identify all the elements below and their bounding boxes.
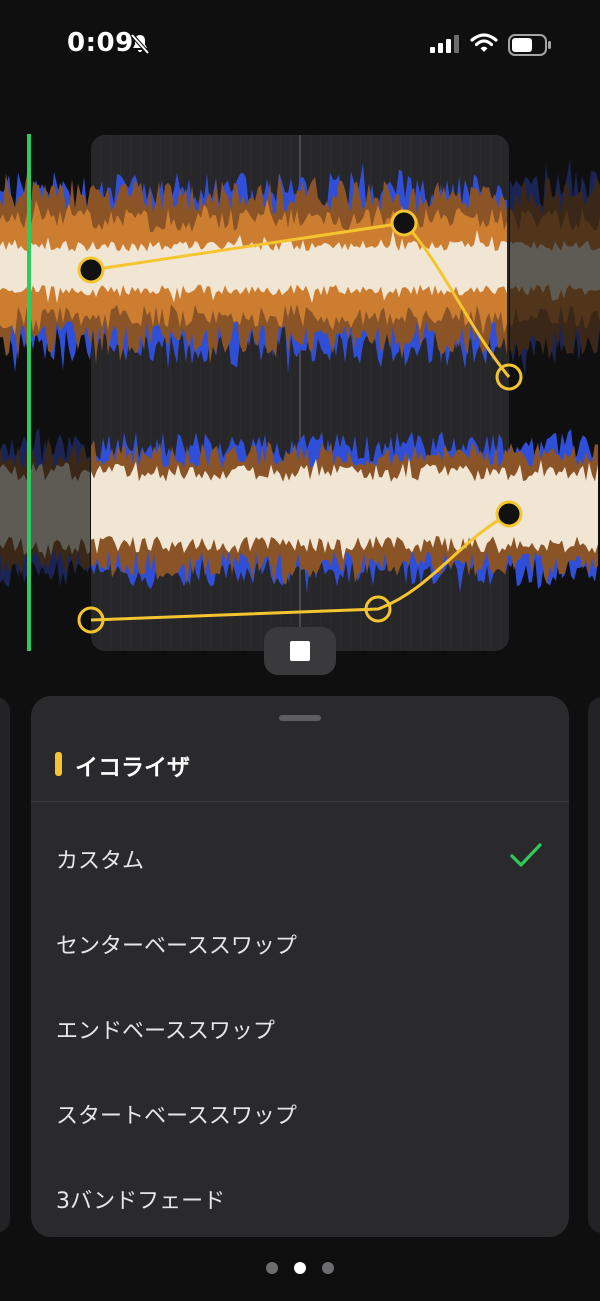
option-3-band-fade[interactable]: 3バンドフェード bbox=[31, 1155, 569, 1237]
checkmark-icon bbox=[510, 843, 542, 867]
title-accent-bar bbox=[55, 752, 62, 776]
option-start-bass-swap[interactable]: スタートベーススワップ bbox=[31, 1070, 569, 1155]
battery-icon bbox=[508, 34, 551, 56]
previous-page-card[interactable] bbox=[0, 697, 10, 1233]
option-label: エンドベーススワップ bbox=[56, 1019, 275, 1044]
option-label: センターベーススワップ bbox=[56, 934, 297, 959]
cellular-signal-icon bbox=[430, 35, 459, 53]
option-center-bass-swap[interactable]: センターベーススワップ bbox=[31, 900, 569, 985]
option-label: スタートベーススワップ bbox=[56, 1104, 297, 1129]
page-dot[interactable] bbox=[266, 1262, 278, 1274]
option-end-bass-swap[interactable]: エンドベーススワップ bbox=[31, 985, 569, 1070]
sheet-header: イコライザ bbox=[31, 736, 569, 802]
option-label: 3バンドフェード bbox=[56, 1189, 226, 1214]
wifi-icon bbox=[470, 33, 498, 52]
next-page-card[interactable] bbox=[588, 697, 600, 1233]
bell-muted-icon bbox=[130, 33, 150, 55]
status-bar: 0:09 bbox=[0, 0, 600, 90]
status-time: 0:09 bbox=[67, 28, 134, 58]
track-1-fade-handle-mid[interactable] bbox=[390, 209, 418, 237]
stop-icon bbox=[290, 641, 310, 661]
track-1-fade-handle-start[interactable] bbox=[77, 256, 105, 284]
sheet-drag-handle[interactable] bbox=[279, 715, 321, 721]
sheet-title: イコライザ bbox=[75, 755, 190, 781]
stop-button[interactable] bbox=[264, 627, 336, 675]
page-indicator bbox=[0, 1262, 600, 1276]
playhead[interactable] bbox=[27, 134, 31, 651]
option-custom[interactable]: カスタム bbox=[31, 815, 569, 900]
track-2-fade-handle-end[interactable] bbox=[495, 500, 523, 528]
page-dot[interactable] bbox=[322, 1262, 334, 1274]
page-dot[interactable] bbox=[294, 1262, 306, 1274]
crossfade-waveform[interactable] bbox=[0, 120, 600, 680]
option-label: カスタム bbox=[56, 849, 145, 874]
equalizer-sheet: イコライザ カスタム センターベーススワップ エンドベーススワップ スタートベー… bbox=[31, 696, 569, 1237]
